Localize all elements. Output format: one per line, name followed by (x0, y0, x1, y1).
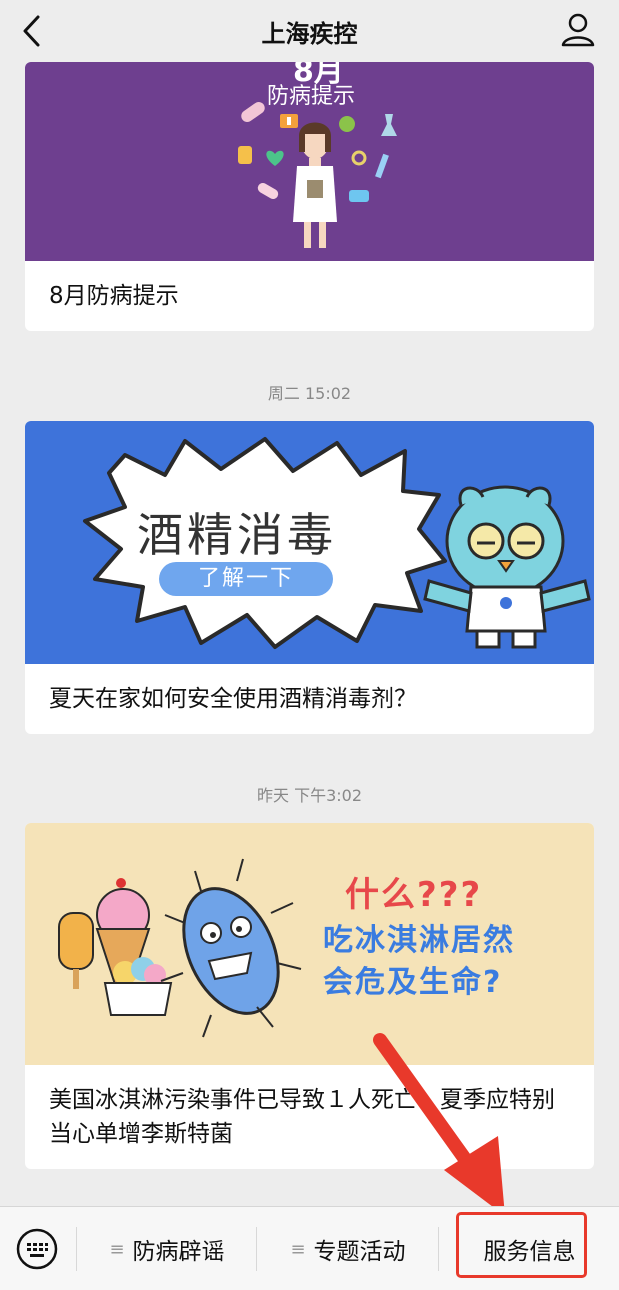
highlight-box (456, 1212, 587, 1278)
article-cover-image: 酒精消毒 了解一下 (25, 421, 594, 664)
nurse-illustration (238, 101, 397, 248)
user-icon (561, 13, 595, 47)
article-card-alcohol[interactable]: 酒精消毒 了解一下 夏天在家如何安全使用酒精消毒剂？ (25, 421, 594, 734)
heartbeat-icon (349, 190, 369, 202)
menu-lines-icon: ≡ (109, 1238, 125, 1260)
article-card-august-tips[interactable]: 8月 防病提示 8月防病提示 (25, 62, 594, 331)
heart-icon (266, 150, 284, 166)
cover-line-2: 吃冰淇淋居然 (323, 923, 515, 958)
article-title: 夏天在家如何安全使用酒精消毒剂？ (49, 686, 417, 712)
article-title: 8月防病提示 (49, 283, 179, 309)
menu-label: 专题活动 (313, 1239, 406, 1265)
divider (438, 1227, 439, 1271)
back-button[interactable] (18, 13, 48, 49)
owl-mascot-illustration (423, 485, 591, 649)
flask-icon (381, 114, 397, 136)
bandage-icon (241, 101, 265, 123)
virus-icon (339, 116, 355, 132)
article-title: 美国冰淇淋污染事件已导致１人死亡！夏季应特别当心单增李斯特菌 (49, 1087, 555, 1147)
article-cover-image: 8月 防病提示 (25, 62, 594, 261)
bacterium-icon (160, 858, 302, 1038)
user-profile-button[interactable] (559, 10, 597, 48)
timestamp: 周二 15:02 (267, 384, 352, 403)
message-feed: 8月 防病提示 8月防病提示 周二 15:02 酒精消毒 了解一下 夏天在家如何… (0, 62, 619, 1206)
menu-disease-rumors[interactable]: ≡ 防病辟谣 (78, 1207, 256, 1290)
menu-special-events[interactable]: ≡ 专题活动 (258, 1207, 438, 1290)
pills-icon (238, 146, 252, 164)
page-title: 上海疾控 (261, 19, 358, 48)
header-bar: 上海疾控 (0, 0, 619, 62)
divider (76, 1227, 77, 1271)
cover-question: 什么??? (345, 875, 483, 915)
stethoscope-icon (351, 150, 367, 166)
medkit-icon (280, 114, 298, 128)
capsule-icon (257, 183, 279, 199)
cover-line-3: 会危及生命? (323, 965, 503, 1000)
article-card-icecream[interactable]: 什么??? 吃冰淇淋居然 会危及生命? 美国冰淇淋污染事件已导致１人死亡！夏季应… (25, 823, 594, 1169)
timestamp: 昨天 下午3:02 (256, 786, 363, 805)
syringe-icon (375, 153, 389, 179)
cover-learn-more-button: 了解一下 (159, 562, 333, 596)
menu-lines-icon: ≡ (290, 1238, 306, 1260)
divider (256, 1227, 257, 1271)
chevron-left-icon (23, 15, 40, 47)
popsicle-icon (58, 912, 94, 989)
menu-label: 防病辟谣 (132, 1239, 225, 1265)
article-cover-image: 什么??? 吃冰淇淋居然 会危及生命? (25, 823, 594, 1065)
keyboard-toggle-button[interactable] (16, 1228, 58, 1270)
cover-headline: 酒精消毒 (137, 508, 337, 562)
keyboard-icon (16, 1228, 58, 1270)
